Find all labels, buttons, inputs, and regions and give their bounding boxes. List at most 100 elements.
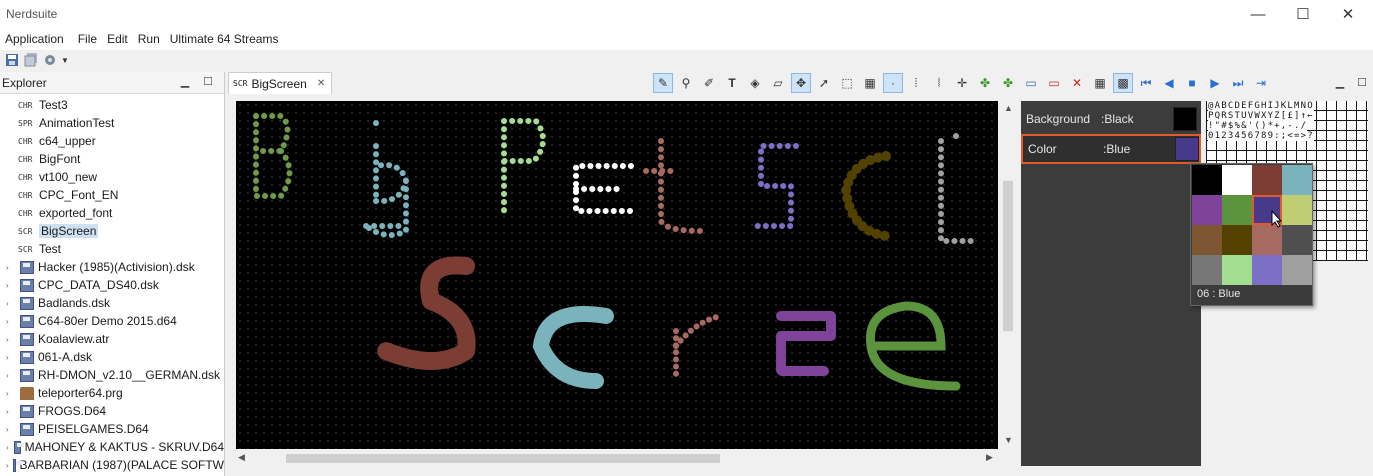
export-icon[interactable]: ⇥ [1251, 73, 1271, 93]
pattern-icon[interactable]: ▦ [860, 73, 880, 93]
palette-color-cell[interactable] [1222, 225, 1252, 255]
eyedropper-icon[interactable]: ⚲ [676, 73, 696, 93]
mirror-horizontal-icon[interactable]: ⦚ [929, 73, 949, 93]
grid-icon[interactable]: ▦ [1090, 73, 1110, 93]
next-frame-icon[interactable]: ▶ [1205, 73, 1225, 93]
maximize-button[interactable]: ☐ [1280, 0, 1326, 28]
minimize-editor-icon[interactable]: ▁ [1333, 76, 1347, 90]
mirror-vertical-icon[interactable]: ⦙ [906, 73, 926, 93]
tree-item[interactable]: CHR c64_upper [0, 132, 224, 150]
expand-chevron-icon[interactable]: › [6, 425, 16, 434]
last-frame-icon[interactable]: ⏭ [1228, 73, 1248, 93]
palette-color-cell[interactable] [1192, 255, 1222, 285]
tab-bigscreen[interactable]: SCR BigScreen ✕ [228, 72, 332, 94]
expand-chevron-icon[interactable]: › [6, 335, 16, 344]
first-frame-icon[interactable]: ⏮ [1136, 73, 1156, 93]
tree-item[interactable]: › teleporter64.prg [0, 384, 224, 402]
menu-file[interactable]: File [73, 32, 102, 46]
prev-frame-icon[interactable]: ◀ [1159, 73, 1179, 93]
palette-color-cell[interactable] [1192, 225, 1222, 255]
expand-chevron-icon[interactable]: › [6, 353, 16, 362]
minimize-button[interactable]: — [1235, 0, 1281, 28]
menu-ultimate64[interactable]: Ultimate 64 Streams [165, 32, 284, 46]
save-all-icon[interactable] [23, 52, 39, 68]
palette-color-cell[interactable] [1282, 255, 1312, 285]
menu-run[interactable]: Run [133, 32, 165, 46]
menu-application[interactable]: Application [0, 32, 69, 46]
pointer-icon[interactable]: ➚ [814, 73, 834, 93]
tree-item[interactable]: CHR Test3 [0, 96, 224, 114]
mirror-both-icon[interactable]: ✛ [952, 73, 972, 93]
palette-color-cell[interactable] [1282, 165, 1312, 195]
tree-item[interactable]: SPR AnimationTest [0, 114, 224, 132]
screen-canvas[interactable] [236, 101, 998, 449]
chevron-down-icon[interactable]: ▼ [61, 52, 69, 68]
horizontal-scroll-thumb[interactable] [286, 454, 720, 463]
color-swatch[interactable] [1175, 137, 1199, 161]
text-tool-icon[interactable]: T [722, 73, 742, 93]
save-icon[interactable] [4, 52, 20, 68]
horizontal-scrollbar[interactable]: ◀ ▶ [236, 451, 998, 465]
maximize-icon[interactable]: ☐ [201, 75, 215, 89]
scroll-left-icon[interactable]: ◀ [238, 452, 245, 463]
palette-color-cell[interactable] [1192, 195, 1222, 225]
palette-color-cell[interactable] [1252, 255, 1282, 285]
scroll-right-icon[interactable]: ▶ [986, 452, 993, 463]
puzzle-add-icon[interactable]: ✤ [998, 73, 1018, 93]
stop-icon[interactable]: ■ [1182, 73, 1202, 93]
tree-item[interactable]: › MAHONEY & KAKTUS - SKRUV.D64 [0, 438, 224, 456]
palette-color-cell[interactable] [1222, 195, 1252, 225]
tree-item[interactable]: CHR vt100_new [0, 168, 224, 186]
tree-item[interactable]: › 061-A.dsk [0, 348, 224, 366]
tree-item[interactable]: › RH-DMON_v2.10__GERMAN.dsk [0, 366, 224, 384]
expand-chevron-icon[interactable]: › [6, 407, 16, 416]
expand-chevron-icon[interactable]: › [6, 281, 16, 290]
puzzle-icon[interactable]: ✤ [975, 73, 995, 93]
tree-item[interactable]: CHR BigFont [0, 150, 224, 168]
expand-chevron-icon[interactable]: › [6, 371, 16, 380]
tree-item[interactable]: CHR exported_font [0, 204, 224, 222]
palette-color-cell[interactable] [1252, 225, 1282, 255]
tree-item[interactable]: › PEISELGAMES.D64 [0, 420, 224, 438]
close-button[interactable]: ✕ [1325, 0, 1371, 28]
expand-chevron-icon[interactable]: › [6, 461, 9, 470]
minimize-icon[interactable]: ▁ [178, 75, 192, 89]
expand-chevron-icon[interactable]: › [6, 263, 16, 272]
fill-icon[interactable]: ◈ [745, 73, 765, 93]
expand-chevron-icon[interactable]: › [6, 299, 16, 308]
color-row[interactable]: Color :Blue [1021, 134, 1201, 164]
tree-item[interactable]: › Badlands.dsk [0, 294, 224, 312]
pencil-icon[interactable]: ✎ [653, 73, 673, 93]
scroll-down-icon[interactable]: ▼ [1004, 435, 1013, 445]
tree-item[interactable]: SCR Test [0, 240, 224, 258]
delete-icon[interactable]: ✕ [1067, 73, 1087, 93]
eraser-icon[interactable]: ▱ [768, 73, 788, 93]
add-layer-icon[interactable]: ▭ [1021, 73, 1041, 93]
move-icon[interactable]: ✥ [791, 73, 811, 93]
vertical-scrollbar[interactable]: ▲ ▼ [1001, 101, 1015, 449]
expand-chevron-icon[interactable]: › [6, 317, 16, 326]
expand-chevron-icon[interactable]: › [6, 443, 10, 452]
vertical-scroll-thumb[interactable] [1003, 181, 1013, 331]
remove-layer-icon[interactable]: ▭ [1044, 73, 1064, 93]
select-rect-icon[interactable]: ⬚ [837, 73, 857, 93]
dot-mode-icon[interactable]: · [883, 73, 903, 93]
tree-item[interactable]: CHR CPC_Font_EN [0, 186, 224, 204]
expand-chevron-icon[interactable]: › [6, 389, 16, 398]
close-tab-icon[interactable]: ✕ [317, 78, 325, 89]
gear-icon[interactable] [42, 52, 58, 68]
background-row[interactable]: Background :Black [1021, 104, 1201, 134]
fine-grid-icon[interactable]: ▩ [1113, 73, 1133, 93]
palette-color-cell[interactable] [1282, 195, 1312, 225]
palette-color-cell[interactable] [1222, 165, 1252, 195]
tree-item[interactable]: SCR BigScreen [0, 222, 224, 240]
palette-color-cell[interactable] [1222, 255, 1252, 285]
scroll-up-icon[interactable]: ▲ [1004, 103, 1013, 113]
tree-item[interactable]: › CPC_DATA_DS40.dsk [0, 276, 224, 294]
maximize-editor-icon[interactable]: ☐ [1355, 76, 1369, 90]
tree-item[interactable]: › BARBARIAN (1987)(PALACE SOFTW [0, 456, 224, 474]
menu-edit[interactable]: Edit [102, 32, 133, 46]
palette-color-cell[interactable] [1252, 165, 1282, 195]
brush-icon[interactable]: ✐ [699, 73, 719, 93]
background-swatch[interactable] [1173, 107, 1197, 131]
